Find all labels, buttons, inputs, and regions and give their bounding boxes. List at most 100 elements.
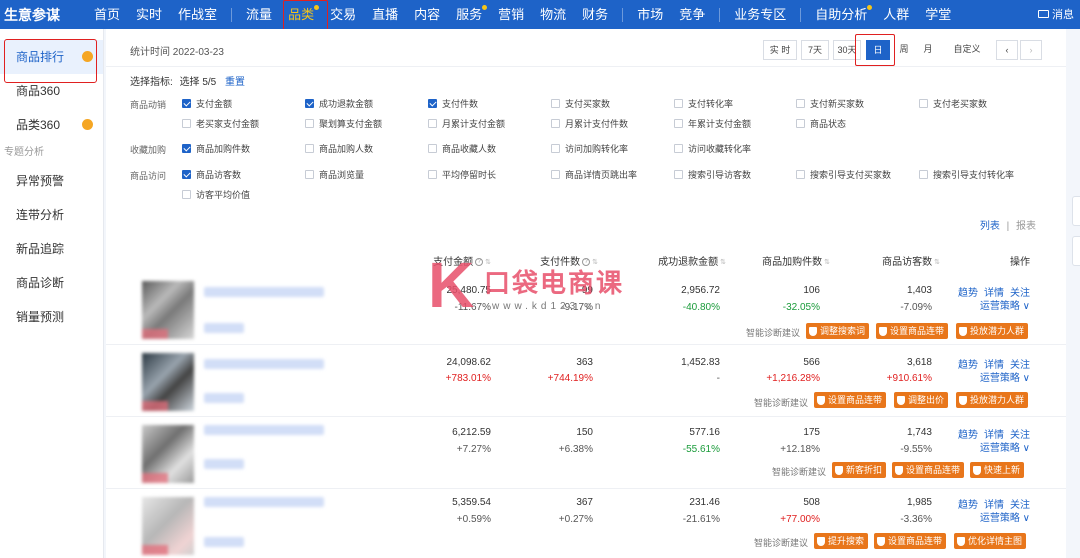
reset-link[interactable]: 重置 bbox=[225, 77, 245, 88]
help-icon[interactable]: ? bbox=[582, 258, 591, 267]
metric-checkbox[interactable]: 年累计支付金额 bbox=[674, 117, 751, 130]
metric-checkbox[interactable]: 商品加购人数 bbox=[305, 142, 373, 155]
metric-checkbox[interactable]: 支付转化率 bbox=[674, 97, 733, 110]
metric-checkbox[interactable]: 搜索引导访客数 bbox=[674, 168, 751, 181]
message-button[interactable]: 消息 bbox=[1038, 6, 1074, 22]
metric-checkbox[interactable]: 商品浏览量 bbox=[305, 168, 364, 181]
checkbox[interactable] bbox=[305, 170, 314, 179]
diag-action-button[interactable]: 设置商品连带 bbox=[814, 392, 887, 408]
product-thumbnail[interactable] bbox=[142, 425, 194, 483]
nav-home[interactable]: 首页 bbox=[86, 0, 128, 29]
metric-checkbox[interactable]: 访客平均价值 bbox=[182, 188, 250, 201]
view-report-link[interactable]: 报表 bbox=[1016, 221, 1036, 232]
metric-checkbox[interactable]: 支付金额 bbox=[182, 97, 232, 110]
checkbox[interactable] bbox=[919, 170, 928, 179]
strategy-dropdown[interactable]: 运营策略 ∨ bbox=[980, 369, 1030, 384]
trend-link[interactable]: 趋势 bbox=[958, 288, 978, 299]
metric-checkbox[interactable]: 老买家支付金额 bbox=[182, 117, 259, 130]
sort-icon[interactable]: ⇅ bbox=[824, 258, 830, 266]
th-refund[interactable]: 成功退款金额 ⇅ bbox=[658, 253, 726, 268]
metric-checkbox[interactable]: 支付买家数 bbox=[551, 97, 610, 110]
metric-checkbox[interactable]: 支付老买家数 bbox=[919, 97, 987, 110]
checkbox[interactable] bbox=[551, 170, 560, 179]
nav-warroom[interactable]: 作战室 bbox=[170, 0, 225, 29]
product-title-blurred[interactable] bbox=[204, 287, 324, 297]
next-arrow-icon[interactable]: › bbox=[1020, 40, 1042, 60]
right-edge-handle[interactable] bbox=[1072, 236, 1080, 266]
sidebar-item-new-product[interactable]: 新品追踪 bbox=[0, 232, 103, 266]
diag-action-button[interactable]: 设置商品连带 bbox=[874, 533, 947, 549]
sidebar-item-category-360[interactable]: 品类360 bbox=[0, 108, 103, 142]
metric-checkbox[interactable]: 商品状态 bbox=[796, 117, 846, 130]
metric-checkbox[interactable]: 搜索引导支付转化率 bbox=[919, 168, 1014, 181]
sort-icon[interactable]: ⇅ bbox=[592, 258, 598, 266]
metric-checkbox[interactable]: 访问加购转化率 bbox=[551, 142, 628, 155]
nav-logistics[interactable]: 物流 bbox=[532, 0, 574, 29]
time-custom-button[interactable]: 自定义 bbox=[944, 40, 990, 60]
diag-action-button[interactable]: 投放潜力人群 bbox=[956, 323, 1029, 339]
strategy-dropdown[interactable]: 运营策略 ∨ bbox=[980, 439, 1030, 454]
product-title-blurred[interactable] bbox=[204, 359, 324, 369]
diag-action-button[interactable]: 设置商品连带 bbox=[892, 462, 965, 478]
th-pay-amount[interactable]: 支付金额? ⇅ bbox=[433, 253, 491, 268]
right-edge-handle[interactable] bbox=[1072, 196, 1080, 226]
th-pay-qty[interactable]: 支付件数? ⇅ bbox=[540, 253, 598, 268]
checkbox-checked[interactable] bbox=[182, 144, 191, 153]
view-list-link[interactable]: 列表 bbox=[980, 221, 1000, 232]
nav-market[interactable]: 市场 bbox=[629, 0, 671, 29]
checkbox-checked[interactable] bbox=[182, 170, 191, 179]
diag-action-button[interactable]: 快速上新 bbox=[970, 462, 1025, 478]
metric-checkbox[interactable]: 商品加购件数 bbox=[182, 142, 250, 155]
strategy-dropdown[interactable]: 运营策略 ∨ bbox=[980, 509, 1030, 524]
nav-trade[interactable]: 交易 bbox=[322, 0, 364, 29]
nav-service[interactable]: 服务 bbox=[448, 0, 490, 29]
nav-finance[interactable]: 财务 bbox=[574, 0, 616, 29]
metric-checkbox[interactable]: 支付件数 bbox=[428, 97, 478, 110]
nav-traffic[interactable]: 流量 bbox=[238, 0, 280, 29]
checkbox[interactable] bbox=[796, 99, 805, 108]
sidebar-item-sales-forecast[interactable]: 销量预测 bbox=[0, 300, 103, 334]
time-7d-button[interactable]: 7天 bbox=[801, 40, 829, 60]
product-title-blurred[interactable] bbox=[204, 425, 324, 435]
checkbox[interactable] bbox=[182, 190, 191, 199]
product-thumbnail[interactable] bbox=[142, 281, 194, 339]
checkbox[interactable] bbox=[428, 170, 437, 179]
metric-checkbox[interactable]: 成功退款金额 bbox=[305, 97, 373, 110]
th-cart[interactable]: 商品加购件数 ⇅ bbox=[762, 253, 830, 268]
product-title-blurred[interactable] bbox=[204, 497, 324, 507]
checkbox[interactable] bbox=[428, 144, 437, 153]
metric-checkbox[interactable]: 聚划算支付金额 bbox=[305, 117, 382, 130]
metric-checkbox[interactable]: 月累计支付件数 bbox=[551, 117, 628, 130]
sidebar-item-anomaly-alert[interactable]: 异常预警 bbox=[0, 164, 103, 198]
sidebar-item-association[interactable]: 连带分析 bbox=[0, 198, 103, 232]
diag-action-button[interactable]: 提升搜索 bbox=[814, 533, 869, 549]
checkbox[interactable] bbox=[796, 170, 805, 179]
checkbox[interactable] bbox=[674, 144, 683, 153]
checkbox[interactable] bbox=[674, 119, 683, 128]
checkbox[interactable] bbox=[674, 99, 683, 108]
checkbox[interactable] bbox=[551, 119, 560, 128]
checkbox[interactable] bbox=[919, 99, 928, 108]
nav-self-analysis[interactable]: 自助分析 bbox=[807, 0, 875, 29]
nav-crowd[interactable]: 人群 bbox=[875, 0, 917, 29]
nav-realtime[interactable]: 实时 bbox=[128, 0, 170, 29]
nav-content[interactable]: 内容 bbox=[406, 0, 448, 29]
th-visitors[interactable]: 商品访客数 ⇅ bbox=[882, 253, 940, 268]
diag-action-button[interactable]: 优化详情主图 bbox=[954, 533, 1027, 549]
product-thumbnail[interactable] bbox=[142, 353, 194, 411]
diag-action-button[interactable]: 设置商品连带 bbox=[876, 323, 949, 339]
nav-live[interactable]: 直播 bbox=[364, 0, 406, 29]
checkbox[interactable] bbox=[428, 119, 437, 128]
nav-business-zone[interactable]: 业务专区 bbox=[726, 0, 794, 29]
sort-icon[interactable]: ⇅ bbox=[934, 258, 940, 266]
metric-checkbox[interactable]: 搜索引导支付买家数 bbox=[796, 168, 891, 181]
checkbox-checked[interactable] bbox=[182, 99, 191, 108]
diag-action-button[interactable]: 调整出价 bbox=[894, 392, 949, 408]
checkbox-checked[interactable] bbox=[305, 99, 314, 108]
metric-checkbox[interactable]: 月累计支付金额 bbox=[428, 117, 505, 130]
diag-action-button[interactable]: 投放潜力人群 bbox=[956, 392, 1029, 408]
nav-marketing[interactable]: 营销 bbox=[490, 0, 532, 29]
time-month-button[interactable]: 月 bbox=[918, 40, 938, 60]
metric-checkbox[interactable]: 平均停留时长 bbox=[428, 168, 496, 181]
strategy-dropdown[interactable]: 运营策略 ∨ bbox=[980, 297, 1030, 312]
